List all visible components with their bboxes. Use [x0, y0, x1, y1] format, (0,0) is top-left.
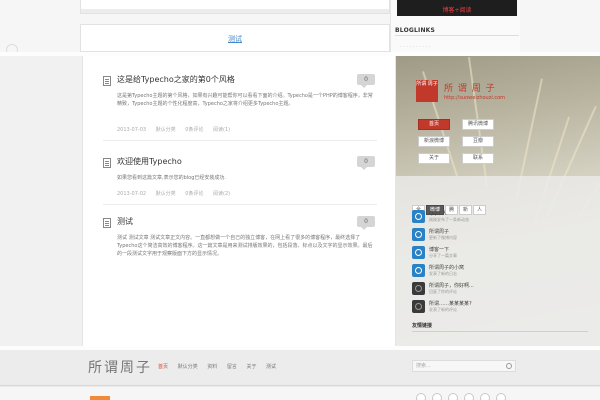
avatar [412, 300, 425, 313]
search-input[interactable]: 搜索... [412, 360, 516, 372]
comment-count-badge[interactable]: 0 [357, 156, 375, 170]
screenshot-canvas: 测试 博客+阅读 BLOGLINKS · · · · · · · · · · 这… [0, 0, 600, 400]
post-meta: 2013-07-03 默认分类 0条评论 阅读(1) [117, 126, 238, 133]
feed-name: 所谓周子的小窝 [429, 265, 465, 271]
search-placeholder: 搜索... [416, 363, 431, 369]
document-icon [103, 218, 111, 228]
nav-about[interactable]: 关于 [246, 364, 256, 370]
social-icon[interactable] [416, 393, 426, 400]
feed-item[interactable]: 所谓周子，你好啊... 回复了你的评论 [412, 281, 588, 298]
brand-url[interactable]: http://suoweizhouzi.com [444, 95, 505, 101]
search-icon[interactable] [506, 363, 512, 369]
feed-text: 发表了新的评论 [429, 307, 457, 312]
avatar [412, 210, 425, 223]
feed-name: QQ个人 [429, 211, 447, 217]
feed-item[interactable]: 所谓……某某某某? 发表了新的评论 [412, 299, 588, 316]
bloglinks-title: BLOGLINKS [395, 27, 436, 34]
avatar [412, 228, 425, 241]
banner-text: 博客+阅读 [442, 7, 472, 14]
post-category[interactable]: 默认分类 [156, 127, 176, 133]
friends-title: 友情链接 [412, 323, 433, 329]
site-header: 所谓周子 首页 默认分类 资料 留言 关于 测试 搜索... [0, 350, 600, 386]
post-divider [103, 204, 377, 205]
site-title[interactable]: 所谓周子 [88, 357, 152, 377]
feed-text: 刚刚发布了一条新动态 [429, 217, 469, 222]
profile-button-sina[interactable]: 新浪微博 [418, 136, 450, 147]
post-views: 阅读(1) [213, 127, 231, 133]
post-title[interactable]: 测试 [117, 216, 133, 227]
avatar [412, 264, 425, 277]
profile-button-contact[interactable]: 联系 [462, 153, 494, 164]
comment-count-badge[interactable]: 0 [357, 74, 375, 88]
avatar [412, 246, 425, 259]
profile-button-tencent[interactable]: 腾讯微博 [462, 119, 494, 130]
nav-profile[interactable]: 资料 [207, 364, 217, 370]
profile-button-douban[interactable]: 豆瓣 [462, 136, 494, 147]
post-body: 测试 测试文章 测试文章正文内容。一直都想做一个自己的独立博客，在网上看了很多的… [117, 235, 373, 257]
feed-item[interactable]: 博客一下 分享了一篇文章 [412, 245, 588, 262]
comment-count-badge[interactable]: 0 [357, 216, 375, 230]
post-item: 测试 0 测试 测试文章 测试文章正文内容。一直都想做一个自己的独立博客，在网上… [103, 216, 377, 344]
profile-panel: 所谓 周子 所 谓 周 子 http://suoweizhouzi.com 首页… [396, 56, 600, 346]
bottom-section: 所谓周子 首页 默认分类 资料 留言 关于 测试 搜索... [0, 350, 600, 400]
nav-test[interactable]: 测试 [266, 364, 276, 370]
feed-item[interactable]: 所谓周子 更新了微博内容 [412, 227, 588, 244]
bloglinks-divider [395, 35, 519, 36]
middle-section: 这是给Typecho之家的第0个风格 0 这是第Typecho主题的第个风格，如… [0, 56, 600, 346]
feed-text: 回复了你的评论 [429, 289, 457, 294]
social-icon[interactable] [496, 393, 506, 400]
post-comments[interactable]: 0条评论 [185, 127, 203, 133]
feed-text: 分享了一篇文章 [429, 253, 457, 258]
social-icon[interactable] [480, 393, 490, 400]
post-comments[interactable]: 0条评论 [185, 191, 203, 197]
feed-text: 更新了微博内容 [429, 235, 457, 240]
avatar [412, 282, 425, 295]
feed-name: 博客一下 [429, 247, 450, 253]
brand-logo[interactable]: 所谓 周子 [416, 80, 438, 102]
post-card-end [80, 0, 390, 14]
post-divider [103, 140, 377, 141]
brand-name: 所 谓 周 子 [444, 84, 496, 94]
more-card: 测试 [80, 24, 390, 52]
nav-home[interactable]: 首页 [158, 364, 168, 370]
feed-item[interactable]: 所谓周子的小窝 发表了新的日志 [412, 263, 588, 280]
more-link[interactable]: 测试 [81, 34, 389, 44]
category-tag [90, 396, 110, 400]
content-column: 这是给Typecho之家的第0个风格 0 这是第Typecho主题的第个风格，如… [82, 56, 396, 346]
post-title[interactable]: 这是给Typecho之家的第0个风格 [117, 74, 235, 85]
post-date: 2013-07-03 [117, 127, 147, 133]
post-title[interactable]: 欢迎使用Typecho [117, 156, 182, 167]
main-nav: 首页 默认分类 资料 留言 关于 测试 [158, 363, 284, 370]
feed-tabs: 全微博腾新人 [412, 196, 487, 215]
profile-button-home[interactable]: 首页 [418, 119, 450, 130]
post-item: 欢迎使用Typecho 0 如果您看到这篇文章,表示您的blog已经安装成功. … [103, 156, 377, 208]
dark-banner[interactable]: 博客+阅读 [397, 0, 517, 16]
profile-button-about[interactable]: 关于 [418, 153, 450, 164]
nav-category[interactable]: 默认分类 [178, 364, 198, 370]
post-meta: 2013-07-02 默认分类 0条评论 阅读(2) [117, 190, 238, 197]
feed-item[interactable]: QQ个人 刚刚发布了一条新动态 [412, 209, 588, 226]
post-views: 阅读(2) [213, 191, 231, 197]
nav-guestbook[interactable]: 留言 [227, 364, 237, 370]
social-icon[interactable] [448, 393, 458, 400]
feed-name: 所谓周子，你好啊... [429, 283, 474, 289]
post-excerpt: 如果您看到这篇文章,表示您的blog已经安装成功. [117, 175, 226, 181]
document-icon [103, 158, 111, 168]
feed-name: 所谓周子 [429, 229, 450, 235]
post-item: 这是给Typecho之家的第0个风格 0 这是第Typecho主题的第个风格，如… [103, 74, 377, 146]
bloglinks-items: · · · · · · · · · · [400, 44, 431, 50]
post-excerpt: 这是第Typecho主题的第个风格，如果有兴趣可能帮你可以看看下面的介绍。Typ… [117, 93, 373, 107]
social-icon[interactable] [432, 393, 442, 400]
social-icon[interactable] [464, 393, 474, 400]
feed-name: 所谓……某某某某? [429, 301, 472, 307]
top-section: 测试 博客+阅读 BLOGLINKS · · · · · · · · · · [0, 0, 600, 56]
post-date: 2013-07-02 [117, 191, 147, 197]
post-category[interactable]: 默认分类 [156, 191, 176, 197]
friends-divider [412, 331, 588, 332]
document-icon [103, 76, 111, 86]
feed-text: 发表了新的日志 [429, 271, 457, 276]
